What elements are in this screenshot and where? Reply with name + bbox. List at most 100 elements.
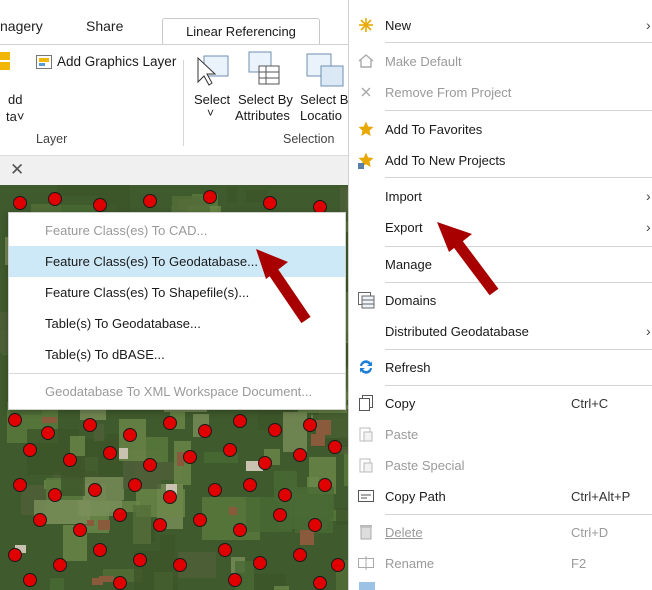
map-terrain-patch xyxy=(133,505,151,544)
menu-item-add-to-new-projects[interactable]: Add To New Projects xyxy=(349,145,652,176)
map-building xyxy=(177,452,184,466)
select-by-location-icon xyxy=(306,53,344,87)
map-feature-point xyxy=(278,488,292,502)
group-separator xyxy=(183,60,184,146)
menu-item-label: Rename xyxy=(385,556,435,571)
menu-item-feature-class-to-geodatabase[interactable]: Feature Class(es) To Geodatabase... xyxy=(9,246,345,277)
star-plus-icon xyxy=(358,152,374,169)
map-feature-point xyxy=(113,576,127,590)
menu-item-label: Copy xyxy=(385,396,416,411)
map-feature-point xyxy=(268,423,282,437)
select-by-location-label-2[interactable]: Locatio xyxy=(300,108,342,123)
map-feature-point xyxy=(258,456,272,470)
menu-item-feature-class-to-shapefile[interactable]: Feature Class(es) To Shapefile(s)... xyxy=(9,277,345,308)
map-feature-point xyxy=(313,576,327,590)
map-feature-point xyxy=(33,513,47,527)
map-panel-header xyxy=(0,155,348,186)
add-graphics-layer-button[interactable]: Add Graphics Layer xyxy=(57,54,176,69)
menu-item-export[interactable]: Export › xyxy=(349,212,652,243)
menu-item-label: Feature Class(es) To Geodatabase... xyxy=(45,254,258,269)
menu-separator xyxy=(385,349,652,350)
paste-icon xyxy=(359,427,373,442)
map-feature-point xyxy=(303,418,317,432)
map-building xyxy=(300,530,314,545)
menu-item-distributed-geodatabase[interactable]: Distributed Geodatabase › xyxy=(349,316,652,347)
menu-item-label: Add To Favorites xyxy=(385,122,483,137)
select-dropdown[interactable]: ˅ xyxy=(207,106,214,120)
menu-item-domains[interactable]: Domains xyxy=(349,285,652,316)
map-feature-point xyxy=(113,508,127,522)
menu-separator xyxy=(9,373,345,374)
map-terrain-patch xyxy=(274,586,289,590)
menu-item-geodatabase-to-xml[interactable]: Geodatabase To XML Workspace Document... xyxy=(9,376,345,407)
menu-item-make-default[interactable]: Make Default xyxy=(349,46,652,77)
menu-item-label: Copy Path xyxy=(385,489,446,504)
map-feature-point xyxy=(198,424,212,438)
map-feature-point xyxy=(328,440,342,454)
menu-item-new[interactable]: New › xyxy=(349,10,652,41)
map-feature-point xyxy=(308,518,322,532)
map-feature-point xyxy=(123,428,137,442)
partial-item-icon xyxy=(359,582,375,590)
select-button[interactable]: Select xyxy=(194,92,230,107)
group-label-selection: Selection xyxy=(283,132,335,146)
tab-linear-referencing[interactable]: Linear Referencing xyxy=(162,18,320,45)
tab-share[interactable]: Share xyxy=(86,18,123,34)
ribbon: nagery Share Linear Referencing dd ta˅ A… xyxy=(0,0,348,155)
menu-item-import[interactable]: Import › xyxy=(349,181,652,212)
menu-separator xyxy=(385,42,652,43)
menu-separator xyxy=(385,246,652,247)
map-feature-point xyxy=(128,478,142,492)
export-submenu: Feature Class(es) To CAD... Feature Clas… xyxy=(8,212,346,410)
map-feature-point xyxy=(293,548,307,562)
map-feature-point xyxy=(243,478,257,492)
map-feature-point xyxy=(163,416,177,430)
menu-item-paste[interactable]: Paste xyxy=(349,419,652,450)
map-feature-point xyxy=(103,446,117,460)
menu-item-label: Domains xyxy=(385,293,437,308)
home-icon xyxy=(358,54,374,68)
close-icon[interactable]: ✕ xyxy=(10,160,24,180)
submenu-arrow-icon: › xyxy=(646,188,651,204)
map-terrain-patch xyxy=(57,185,98,196)
menu-item-label: Refresh xyxy=(385,360,431,375)
new-icon xyxy=(359,18,373,32)
menu-item-table-to-dbase[interactable]: Table(s) To dBASE... xyxy=(9,339,345,370)
map-feature-point xyxy=(173,558,187,572)
tab-imagery[interactable]: nagery xyxy=(0,18,43,34)
menu-item-label: Import xyxy=(385,189,422,204)
menu-item-manage[interactable]: Manage xyxy=(349,249,652,280)
menu-item-paste-special[interactable]: Paste Special xyxy=(349,450,652,481)
map-building xyxy=(229,507,237,515)
select-by-attributes-label-1[interactable]: Select By xyxy=(238,92,293,107)
delete-icon xyxy=(360,525,372,540)
map-feature-point xyxy=(203,190,217,204)
menu-item-table-to-geodatabase[interactable]: Table(s) To Geodatabase... xyxy=(9,308,345,339)
menu-item-delete[interactable]: Delete Ctrl+D xyxy=(349,517,652,548)
menu-item-rename[interactable]: Rename F2 xyxy=(349,548,652,579)
map-feature-point xyxy=(143,458,157,472)
map-terrain-patch xyxy=(227,188,237,203)
menu-item-feature-class-to-cad[interactable]: Feature Class(es) To CAD... xyxy=(9,215,345,246)
menu-item-remove-from-project[interactable]: Remove From Project xyxy=(349,77,652,108)
map-terrain-patch xyxy=(70,436,85,456)
add-data-label-2[interactable]: ta˅ xyxy=(6,109,24,124)
map-building xyxy=(311,434,325,446)
menu-item-add-to-favorites[interactable]: Add To Favorites xyxy=(349,114,652,145)
menu-item-refresh[interactable]: Refresh xyxy=(349,352,652,383)
map-terrain-patch xyxy=(50,578,64,590)
select-by-attributes-label-2[interactable]: Attributes xyxy=(235,108,290,123)
map-building xyxy=(92,578,103,585)
submenu-arrow-icon: › xyxy=(646,219,651,235)
menu-item-copy-path[interactable]: Copy Path Ctrl+Alt+P xyxy=(349,481,652,512)
add-data-label-1[interactable]: dd xyxy=(8,92,22,107)
map-feature-point xyxy=(331,558,345,572)
menu-item-copy[interactable]: Copy Ctrl+C xyxy=(349,388,652,419)
graphics-layer-icon xyxy=(36,55,52,69)
menu-item-label: Geodatabase To XML Workspace Document... xyxy=(45,384,313,399)
select-by-location-label-1[interactable]: Select B xyxy=(300,92,348,107)
select-by-attributes-icon xyxy=(248,51,280,85)
ribbon-divider xyxy=(0,44,348,45)
menu-item-label: Delete xyxy=(385,525,423,540)
map-feature-point xyxy=(293,448,307,462)
